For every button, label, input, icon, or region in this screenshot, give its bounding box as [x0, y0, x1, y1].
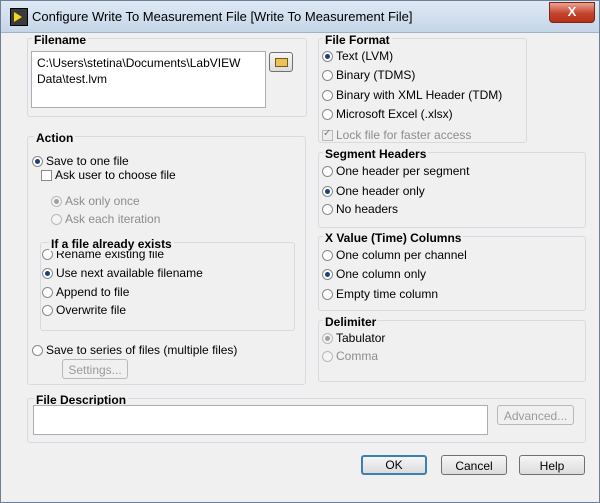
radio-button[interactable]	[322, 70, 333, 81]
radio-button[interactable]	[42, 305, 53, 316]
advanced-button[interactable]: Advanced...	[497, 405, 574, 425]
format-option-lvm[interactable]: Text (LVM)	[322, 49, 393, 63]
settings-button[interactable]: Settings...	[62, 359, 128, 379]
tabulator-option[interactable]: Tabulator	[322, 331, 385, 345]
delimiter-title: Delimiter	[323, 315, 379, 329]
radio-button[interactable]	[322, 269, 333, 280]
radio-button[interactable]	[42, 268, 53, 279]
comma-option[interactable]: Comma	[322, 349, 378, 363]
filename-path-line1: C:\Users\stetina\Documents\LabVIEW	[37, 56, 241, 70]
one-column-only-option[interactable]: One column only	[322, 267, 426, 281]
radio-button[interactable]	[322, 186, 333, 197]
ask-user-checkbox[interactable]: Ask user to choose file	[41, 168, 176, 182]
labview-app-icon	[10, 8, 28, 26]
one-header-per-segment-option[interactable]: One header per segment	[322, 164, 469, 178]
radio-button[interactable]	[322, 204, 333, 215]
append-to-file-option[interactable]: Append to file	[42, 285, 129, 299]
ask-each-iteration-option[interactable]: Ask each iteration	[51, 212, 160, 226]
filename-path-line2: Data\test.lvm	[37, 72, 108, 86]
radio-button[interactable]	[322, 333, 333, 344]
radio-button[interactable]	[51, 214, 62, 225]
ask-only-once-option[interactable]: Ask only once	[51, 194, 140, 208]
browse-folder-button[interactable]	[269, 52, 293, 72]
no-headers-option[interactable]: No headers	[322, 202, 398, 216]
radio-button[interactable]	[42, 287, 53, 298]
help-button[interactable]: Help	[519, 455, 585, 475]
folder-open-icon	[275, 58, 288, 67]
segment-headers-title: Segment Headers	[323, 147, 429, 161]
use-next-filename-option[interactable]: Use next available filename	[42, 266, 203, 280]
dialog-window: Configure Write To Measurement File [Wri…	[0, 0, 600, 503]
cancel-button[interactable]: Cancel	[441, 455, 507, 475]
radio-button[interactable]	[322, 51, 333, 62]
file-format-title: File Format	[323, 33, 392, 47]
filename-title: Filename	[32, 33, 89, 47]
overwrite-file-option[interactable]: Overwrite file	[42, 303, 126, 317]
x-value-columns-title: X Value (Time) Columns	[323, 231, 464, 245]
radio-button[interactable]	[322, 109, 333, 120]
format-option-xlsx[interactable]: Microsoft Excel (.xlsx)	[322, 107, 453, 121]
radio-button[interactable]	[51, 196, 62, 207]
radio-button[interactable]	[322, 166, 333, 177]
file-description-input[interactable]	[33, 405, 488, 435]
empty-time-column-option[interactable]: Empty time column	[322, 287, 438, 301]
save-one-file-option[interactable]: Save to one file	[32, 154, 129, 168]
radio-button[interactable]	[322, 90, 333, 101]
radio-button[interactable]	[322, 351, 333, 362]
checkbox[interactable]	[322, 128, 333, 141]
radio-button[interactable]	[322, 289, 333, 300]
filename-path-field[interactable]: C:\Users\stetina\Documents\LabVIEW Data\…	[31, 51, 266, 108]
format-option-tdm[interactable]: Binary with XML Header (TDM)	[322, 88, 502, 102]
window-title: Configure Write To Measurement File [Wri…	[32, 9, 413, 24]
lock-file-checkbox[interactable]: Lock file for faster access	[322, 128, 471, 142]
ok-button[interactable]: OK	[361, 455, 427, 475]
save-series-option[interactable]: Save to series of files (multiple files)	[32, 343, 237, 357]
radio-button[interactable]	[32, 156, 43, 167]
checkbox[interactable]	[41, 170, 52, 181]
one-header-only-option[interactable]: One header only	[322, 184, 425, 198]
action-title: Action	[34, 131, 76, 145]
close-button[interactable]: X	[549, 2, 595, 23]
if-file-exists-title: If a file already exists	[49, 237, 174, 251]
one-column-per-channel-option[interactable]: One column per channel	[322, 248, 467, 262]
title-bar[interactable]: Configure Write To Measurement File [Wri…	[1, 1, 599, 33]
radio-button[interactable]	[32, 345, 43, 356]
radio-button[interactable]	[322, 250, 333, 261]
format-option-tdms[interactable]: Binary (TDMS)	[322, 68, 415, 82]
